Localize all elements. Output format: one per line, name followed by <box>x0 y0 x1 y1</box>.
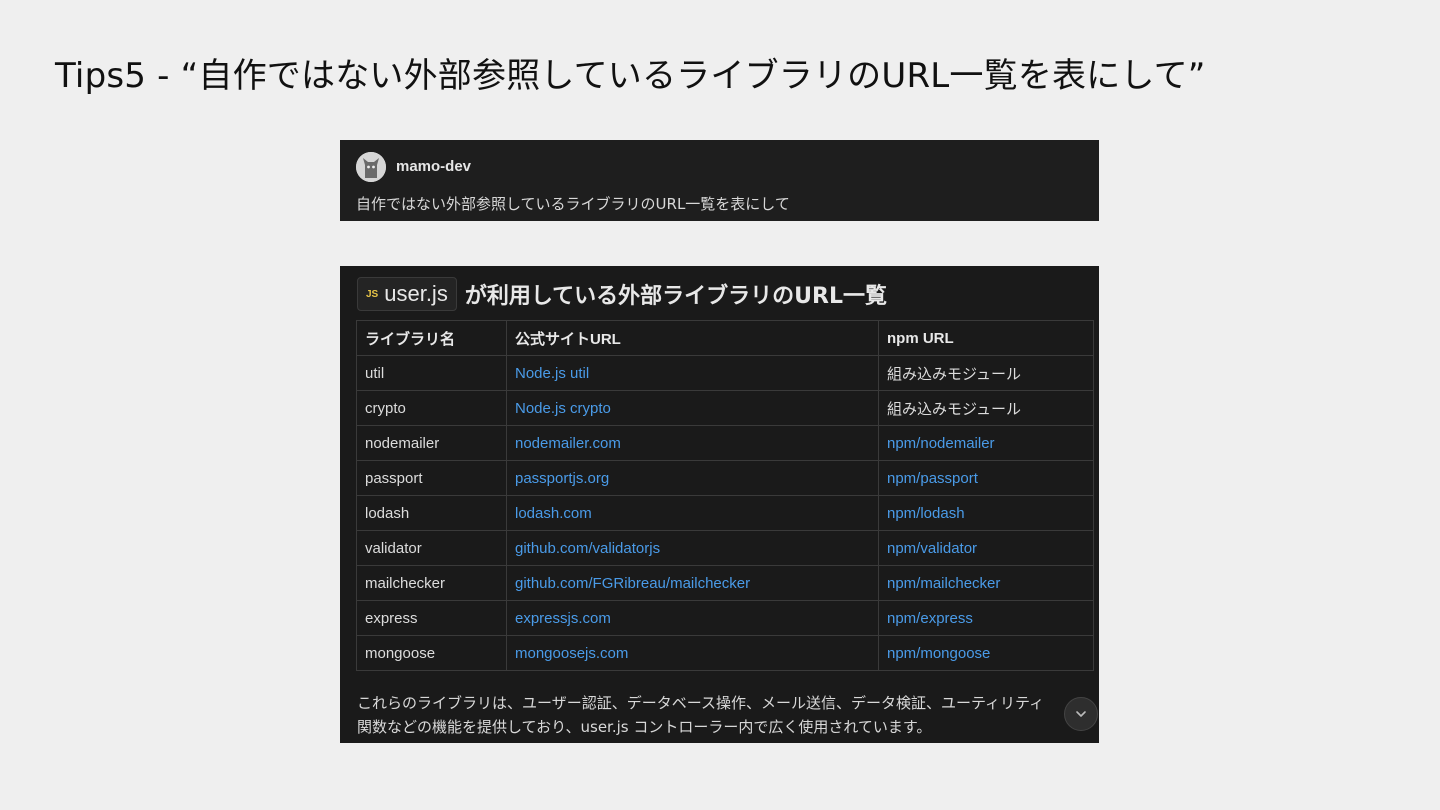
library-name: mongoose <box>356 635 507 671</box>
site-link[interactable]: mongoosejs.com <box>506 635 879 671</box>
column-header: ライブラリ名 <box>356 320 507 356</box>
library-name: express <box>356 600 507 636</box>
npm-note: 組み込みモジュール <box>878 355 1094 391</box>
table-row: passport passportjs.org npm/passport <box>356 460 1094 496</box>
library-name: validator <box>356 530 507 566</box>
file-reference-chip[interactable]: JS user.js <box>357 277 457 311</box>
npm-link[interactable]: npm/nodemailer <box>878 425 1094 461</box>
npm-link[interactable]: npm/lodash <box>878 495 1094 531</box>
file-name: user.js <box>384 281 448 306</box>
site-link[interactable]: nodemailer.com <box>506 425 879 461</box>
library-name: mailchecker <box>356 565 507 601</box>
site-link[interactable]: github.com/FGRibreau/mailchecker <box>506 565 879 601</box>
heading-text: が利用している外部ライブラリのURL一覧 <box>464 284 887 309</box>
summary-line: これらのライブラリは、ユーザー認証、データベース操作、メール送信、データ検証、ユ… <box>357 694 1045 712</box>
response-summary: これらのライブラリは、ユーザー認証、データベース操作、メール送信、データ検証、ユ… <box>357 691 1087 739</box>
library-table: ライブラリ名 公式サイトURL npm URL util Node.js uti… <box>356 320 1094 671</box>
npm-link[interactable]: npm/express <box>878 600 1094 636</box>
site-link[interactable]: Node.js util <box>506 355 879 391</box>
cat-avatar-icon <box>356 152 386 182</box>
site-link[interactable]: lodash.com <box>506 495 879 531</box>
chevron-down-icon <box>1076 711 1086 717</box>
column-header: npm URL <box>878 320 1094 356</box>
table-header-row: ライブラリ名 公式サイトURL npm URL <box>356 320 1094 356</box>
table-row: express expressjs.com npm/express <box>356 600 1094 636</box>
column-header: 公式サイトURL <box>506 320 879 356</box>
scroll-down-button[interactable] <box>1064 697 1098 731</box>
slide-title: Tips5 - “自作ではない外部参照しているライブラリのURL一覧を表にして” <box>55 56 1206 96</box>
table-row: lodash lodash.com npm/lodash <box>356 495 1094 531</box>
library-name: passport <box>356 460 507 496</box>
summary-line: 関数などの機能を提供しており、user.js コントローラー内で広く使用されてい… <box>357 718 932 736</box>
table-row: mailchecker github.com/FGRibreau/mailche… <box>356 565 1094 601</box>
table-row: mongoose mongoosejs.com npm/mongoose <box>356 635 1094 671</box>
user-message: mamo-dev 自作ではない外部参照しているライブラリのURL一覧を表にして <box>340 140 1099 221</box>
table-row: validator github.com/validatorjs npm/val… <box>356 530 1094 566</box>
table-row: util Node.js util 組み込みモジュール <box>356 355 1094 391</box>
npm-link[interactable]: npm/mailchecker <box>878 565 1094 601</box>
table-row: crypto Node.js crypto 組み込みモジュール <box>356 390 1094 426</box>
npm-link[interactable]: npm/mongoose <box>878 635 1094 671</box>
npm-note: 組み込みモジュール <box>878 390 1094 426</box>
site-link[interactable]: passportjs.org <box>506 460 879 496</box>
site-link[interactable]: expressjs.com <box>506 600 879 636</box>
javascript-file-icon: JS <box>366 288 379 300</box>
npm-link[interactable]: npm/validator <box>878 530 1094 566</box>
npm-link[interactable]: npm/passport <box>878 460 1094 496</box>
username: mamo-dev <box>396 158 472 175</box>
assistant-response: JS user.js が利用している外部ライブラリのURL一覧 ライブラリ名 公… <box>340 266 1099 743</box>
library-name: nodemailer <box>356 425 507 461</box>
response-heading: JS user.js が利用している外部ライブラリのURL一覧 <box>357 277 887 311</box>
site-link[interactable]: Node.js crypto <box>506 390 879 426</box>
site-link[interactable]: github.com/validatorjs <box>506 530 879 566</box>
library-name: util <box>356 355 507 391</box>
library-name: lodash <box>356 495 507 531</box>
message-text: 自作ではない外部参照しているライブラリのURL一覧を表にして <box>356 195 790 213</box>
table-row: nodemailer nodemailer.com npm/nodemailer <box>356 425 1094 461</box>
library-name: crypto <box>356 390 507 426</box>
